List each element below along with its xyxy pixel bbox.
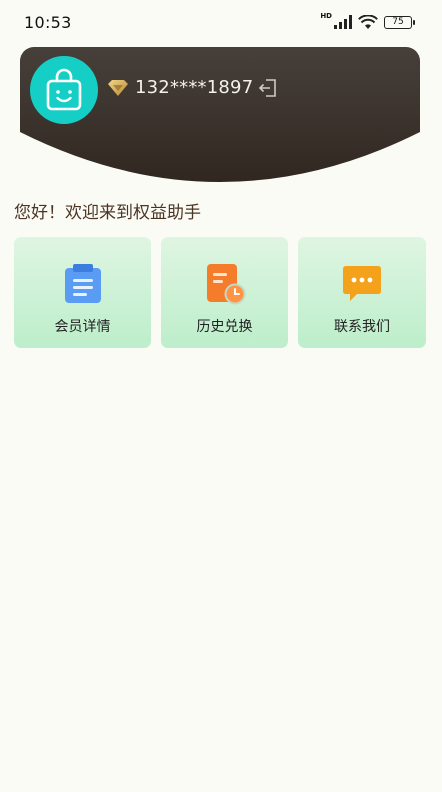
user-phone: 132****1897 (135, 77, 254, 98)
clipboard-icon (64, 264, 101, 303)
welcome-greeting: 您好！欢迎来到权益助手 (14, 203, 201, 223)
contact-us-label: 联系我们 (334, 319, 390, 335)
logout-icon[interactable] (258, 78, 278, 98)
avatar[interactable] (30, 56, 98, 124)
status-bar: 10:53 HD 75 (0, 0, 442, 44)
contact-us-card[interactable]: 联系我们 (298, 237, 426, 348)
signal-icon (334, 15, 352, 29)
member-details-card[interactable]: 会员详情 (14, 237, 151, 348)
diamond-icon (108, 79, 128, 96)
exchange-history-label: 历史兑换 (196, 319, 253, 335)
user-header-card: 132****1897 (20, 47, 420, 187)
chat-bubble-icon (343, 266, 381, 301)
status-icons: HD 75 (320, 12, 415, 30)
network-type-label: HD (320, 12, 332, 20)
shopping-bag-smile-icon (46, 68, 82, 111)
wifi-icon (358, 14, 378, 29)
menu-cards: 会员详情 历史兑换 联系我们 (14, 237, 428, 349)
exchange-history-card[interactable]: 历史兑换 (161, 237, 288, 348)
member-details-label: 会员详情 (54, 319, 111, 335)
status-time: 10:53 (24, 12, 72, 32)
battery-indicator: 75 (384, 15, 415, 29)
user-info-row: 132****1897 (106, 77, 278, 98)
battery-level: 75 (392, 17, 404, 27)
document-clock-icon (206, 264, 245, 305)
